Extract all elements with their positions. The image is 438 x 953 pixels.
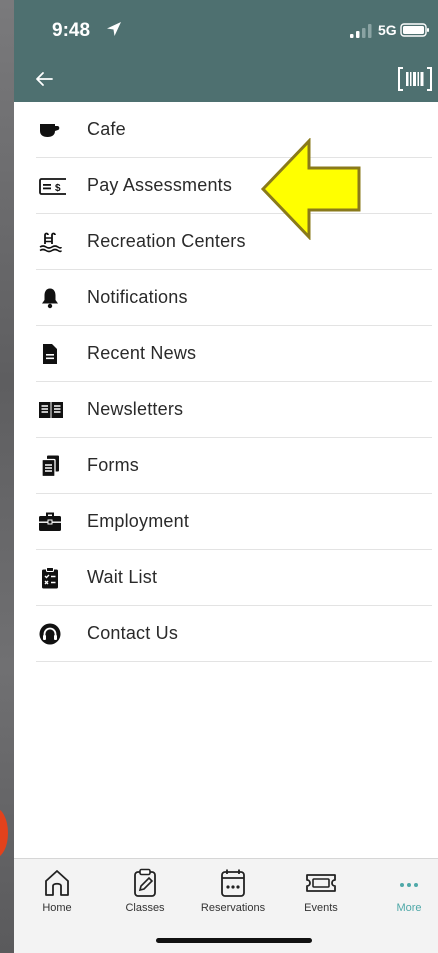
clipboard-list-icon <box>42 567 58 589</box>
clipboard-pen-icon <box>134 868 156 897</box>
tab-events[interactable]: Events <box>286 867 356 921</box>
calendar-icon <box>221 869 245 897</box>
tab-label: Events <box>304 902 338 914</box>
home-icon <box>45 870 69 896</box>
menu-item-label: Notifications <box>87 287 188 307</box>
menu-item-cafe[interactable]: Cafe <box>36 102 432 158</box>
menu-item-contact-us[interactable]: Contact Us <box>36 606 432 662</box>
briefcase-icon <box>39 512 61 531</box>
tab-label: Home <box>42 902 72 914</box>
more-dots-icon <box>400 883 418 887</box>
svg-text:$: $ <box>55 183 61 194</box>
menu-item-wait-list[interactable]: Wait List <box>36 550 432 606</box>
network-type: 5G <box>378 22 397 38</box>
menu-item-label: Pay Assessments <box>87 175 233 195</box>
menu-item-label: Employment <box>87 511 190 531</box>
menu-item-recent-news[interactable]: Recent News <box>36 326 432 382</box>
menu-item-label: Recreation Centers <box>87 231 246 251</box>
highlight-arrow-annotation <box>260 138 361 240</box>
menu-item-recreation-centers[interactable]: Recreation Centers <box>36 214 432 270</box>
bell-icon <box>42 288 58 309</box>
menu-item-label: Forms <box>87 455 139 475</box>
menu-item-employment[interactable]: Employment <box>36 494 432 550</box>
ticket-icon <box>306 874 336 892</box>
signal-strength-icon <box>350 24 372 38</box>
location-arrow-icon <box>107 22 121 36</box>
bill-dollar-icon: $ <box>39 178 66 195</box>
menu-item-pay-assessments[interactable]: $ Pay Assessments <box>36 158 432 214</box>
menu-item-label: Contact Us <box>87 623 179 643</box>
tab-home[interactable]: Home <box>22 867 92 921</box>
tab-label: Classes <box>125 902 165 914</box>
coffee-cup-icon <box>40 124 60 137</box>
tab-label: Reservations <box>200 902 266 914</box>
home-indicator <box>156 938 312 943</box>
menu-item-notifications[interactable]: Notifications <box>36 270 432 326</box>
back-arrow-icon[interactable] <box>32 66 58 92</box>
headset-icon <box>39 623 61 645</box>
menu-item-label: Cafe <box>87 119 126 139</box>
menu-item-newsletters[interactable]: Newsletters <box>36 382 432 438</box>
menu-item-label: Newsletters <box>87 399 184 419</box>
menu-item-label: Wait List <box>87 567 158 587</box>
tab-more[interactable]: More <box>374 867 438 921</box>
pool-ladder-icon <box>39 232 62 253</box>
menu-item-forms[interactable]: Forms <box>36 438 432 494</box>
open-book-icon <box>39 402 63 418</box>
more-menu-list: Cafe $ Pay Assessments Recreation Center… <box>14 102 438 662</box>
document-icon <box>43 344 57 364</box>
stacked-documents-icon <box>41 455 59 478</box>
background-left-edge <box>0 0 14 953</box>
battery-icon <box>400 23 429 37</box>
tab-classes[interactable]: Classes <box>110 867 180 921</box>
status-bar: 9:48 5G <box>14 0 438 58</box>
navigation-bar <box>14 58 438 102</box>
barcode-scan-icon[interactable] <box>396 64 434 94</box>
phone-screen: 9:48 5G Cafe $ Pay Assessments Recreatio… <box>14 0 438 953</box>
status-time: 9:48 <box>52 20 91 41</box>
tab-label: More <box>396 902 422 914</box>
tab-reservations[interactable]: Reservations <box>198 867 268 921</box>
menu-item-label: Recent News <box>87 343 197 363</box>
